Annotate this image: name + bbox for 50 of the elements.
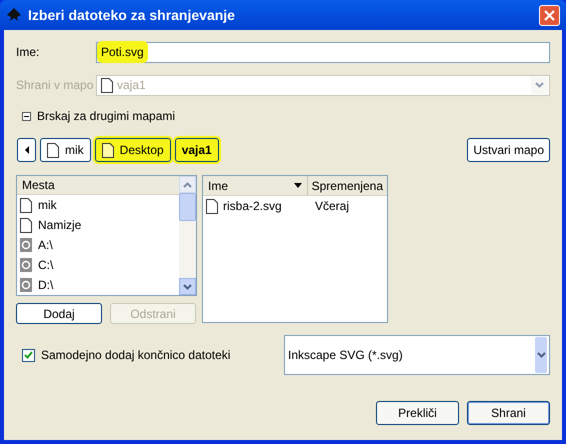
file-modified: Včeraj <box>314 198 350 215</box>
place-item[interactable]: D:\ <box>17 275 179 295</box>
place-item[interactable]: Namizje <box>17 215 179 235</box>
checkbox-label: Samodejno dodaj končnico datoteki <box>41 347 230 364</box>
check-icon <box>24 351 33 359</box>
file-icon <box>101 78 113 92</box>
dialog-button[interactable]: Shrani <box>467 401 550 425</box>
browse-expander[interactable]: Brskaj za drugimi mapami <box>22 107 550 125</box>
path-button[interactable]: Desktop <box>94 138 171 162</box>
scrollbar-thumb[interactable] <box>179 193 196 221</box>
name-input[interactable]: Poti.svg <box>96 42 550 62</box>
create-folder-button[interactable]: Ustvari mapo <box>467 138 550 162</box>
file-icon <box>206 198 218 214</box>
filter-dropdown[interactable]: Inkscape SVG (*.svg) <box>284 335 550 375</box>
left-arrow-icon <box>24 146 28 154</box>
up-caret-icon <box>183 182 192 188</box>
dialog-button[interactable]: Prekliči <box>376 401 459 425</box>
collapse-icon <box>22 112 31 120</box>
path-button[interactable]: vaja1 <box>174 138 219 162</box>
column-header[interactable]: Ime <box>203 176 308 195</box>
file-icon <box>20 218 32 232</box>
drive-icon <box>20 278 32 292</box>
place-item[interactable]: mik <box>17 195 179 215</box>
place-item[interactable]: A:\ <box>17 235 179 255</box>
drive-icon <box>20 238 32 252</box>
name-value: Poti.svg <box>99 43 146 61</box>
scrollbar[interactable] <box>179 176 196 295</box>
file-icon <box>102 142 114 158</box>
file-icon <box>20 198 32 212</box>
column-header[interactable]: Spremenjena <box>308 176 387 195</box>
column-header[interactable]: Mesta <box>17 176 179 195</box>
caret-icon <box>535 82 544 88</box>
place-item[interactable]: C:\ <box>17 255 179 275</box>
file-name[interactable]: risba-2.svg <box>223 197 282 215</box>
checkbox[interactable] <box>22 348 35 362</box>
close-icon <box>544 10 555 20</box>
save-in-label: Shrani v mapo <box>16 77 94 94</box>
scroll-up-button[interactable] <box>179 176 196 193</box>
caret-icon <box>536 352 546 358</box>
file-icon <box>47 142 59 158</box>
caret-icon <box>183 284 192 290</box>
drive-icon <box>20 258 32 272</box>
sort-down-icon <box>294 183 302 188</box>
window-title: Izberi datoteko za shranjevanje <box>28 6 236 25</box>
name-label: Ime: <box>16 44 40 61</box>
back-button[interactable] <box>17 138 36 162</box>
places-button[interactable]: Dodaj <box>16 303 102 324</box>
close-button[interactable] <box>539 4 560 26</box>
app-logo-icon <box>6 7 22 23</box>
path-button[interactable]: mik <box>40 138 91 162</box>
